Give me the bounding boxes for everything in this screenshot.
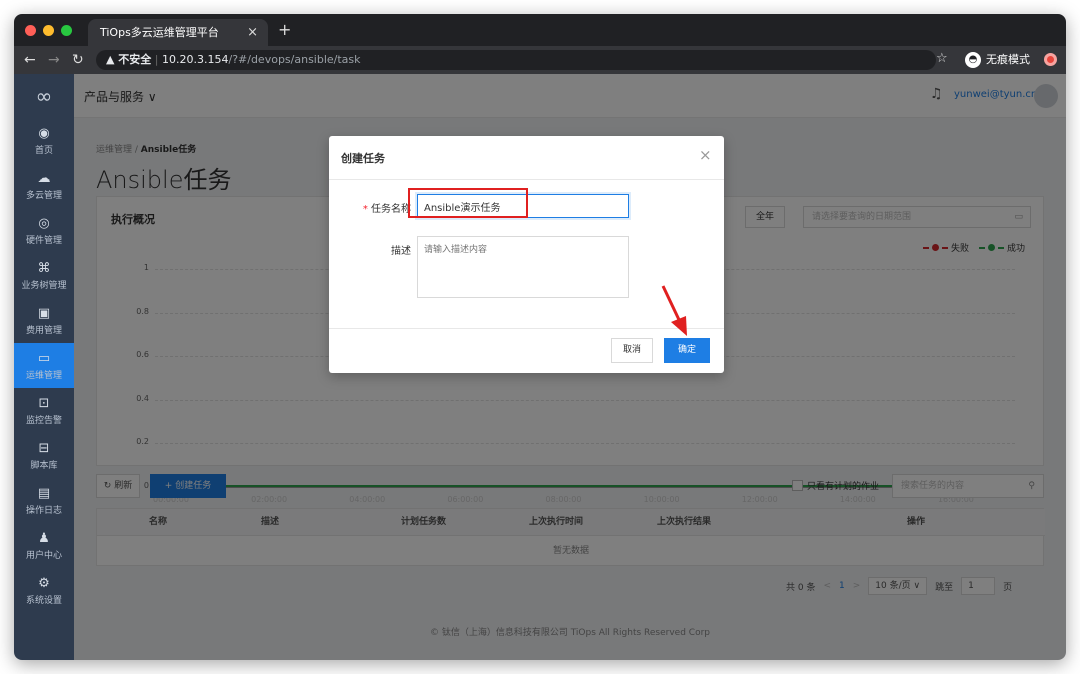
minimize-window-icon[interactable] bbox=[43, 25, 54, 36]
update-icon[interactable] bbox=[1044, 53, 1057, 66]
sidebar-item[interactable]: ▭ 运维管理 bbox=[14, 343, 74, 388]
sidebar-item-label: 费用管理 bbox=[25, 325, 62, 336]
sidebar-item-label: 脚本库 bbox=[30, 460, 58, 471]
annotation-arrow-icon bbox=[661, 285, 687, 336]
tab-bar: TiOps多云运维管理平台 × + bbox=[14, 14, 1066, 46]
sidebar-item-icon: ◉ bbox=[38, 125, 50, 141]
new-tab-button[interactable]: + bbox=[278, 19, 291, 41]
tab-close-icon[interactable]: × bbox=[247, 19, 258, 46]
close-icon[interactable]: × bbox=[699, 147, 712, 163]
address-bar-row: ← → ↻ ▲ 不安全 | 10.20.3.154/?#/devops/ansi… bbox=[14, 46, 1066, 74]
url-field[interactable]: ▲ 不安全 | 10.20.3.154/?#/devops/ansible/ta… bbox=[96, 50, 936, 70]
security-warning[interactable]: ▲ 不安全 bbox=[106, 53, 151, 66]
task-name-label-text: 任务名称 bbox=[371, 204, 411, 215]
sidebar-item-icon: ☁ bbox=[37, 170, 51, 186]
description-textarea[interactable] bbox=[417, 236, 629, 298]
description-label: 描述 bbox=[391, 246, 411, 257]
task-name-label: * 任务名称 bbox=[349, 200, 411, 215]
sidebar-item-label: 首页 bbox=[34, 145, 53, 156]
sidebar-item-icon: ⚙ bbox=[38, 575, 50, 591]
sidebar-item[interactable]: ▣ 费用管理 bbox=[14, 298, 74, 343]
sidebar-item[interactable]: ▤ 操作日志 bbox=[14, 478, 74, 523]
highlight-box bbox=[408, 188, 528, 218]
sidebar-item[interactable]: ♟ 用户中心 bbox=[14, 523, 74, 568]
sidebar-item[interactable]: ◉ 首页 bbox=[14, 118, 74, 163]
sidebar-item-label: 业务树管理 bbox=[21, 280, 67, 291]
sidebar-item-label: 硬件管理 bbox=[25, 235, 62, 246]
close-window-icon[interactable] bbox=[25, 25, 36, 36]
sidebar-item-label: 用户中心 bbox=[25, 550, 62, 561]
sidebar-item-label: 多云管理 bbox=[25, 190, 62, 201]
sidebar-item[interactable]: ◎ 硬件管理 bbox=[14, 208, 74, 253]
sidebar-item-label: 系统设置 bbox=[25, 595, 62, 606]
forward-icon[interactable]: → bbox=[48, 51, 60, 69]
sidebar-item[interactable]: ⊟ 脚本库 bbox=[14, 433, 74, 478]
tab-title: TiOps多云运维管理平台 bbox=[100, 26, 219, 39]
sidebar-item-icon: ▤ bbox=[37, 485, 51, 501]
url-path: /?#/devops/ansible/task bbox=[228, 53, 361, 66]
sidebar: ∞ ◉ 首页 ☁ 多云管理 ◎ 硬件管理 ⌘ 业务树管理 ▣ 费用管理 ▭ 运维管理 ⊡ 监控告警 ⊟ 脚本库… bbox=[14, 74, 74, 660]
sidebar-item-icon: ⊡ bbox=[38, 395, 50, 411]
sidebar-item-icon: ⊟ bbox=[38, 440, 50, 456]
sidebar-item[interactable]: ⊡ 监控告警 bbox=[14, 388, 74, 433]
sidebar-item-icon: ⌘ bbox=[37, 260, 51, 276]
incognito-label: 无痕模式 bbox=[986, 53, 1030, 66]
url-host: 10.20.3.154 bbox=[162, 53, 229, 66]
sidebar-item-icon: ◎ bbox=[38, 215, 50, 231]
sidebar-item-label: 操作日志 bbox=[25, 505, 62, 516]
sidebar-item[interactable]: ⌘ 业务树管理 bbox=[14, 253, 74, 298]
modal-header: 创建任务 × bbox=[329, 136, 724, 180]
sidebar-item[interactable]: ⚙ 系统设置 bbox=[14, 568, 74, 613]
sidebar-item-icon: ♟ bbox=[38, 530, 50, 546]
modal-title: 创建任务 bbox=[341, 152, 385, 165]
incognito-icon: ◓ bbox=[965, 52, 981, 68]
sidebar-item-label: 运维管理 bbox=[25, 370, 62, 381]
logo-icon[interactable]: ∞ bbox=[14, 74, 74, 118]
sidebar-item-icon: ▣ bbox=[37, 305, 51, 321]
back-icon[interactable]: ← bbox=[24, 51, 36, 69]
incognito-indicator[interactable]: ◓ 无痕模式 bbox=[965, 51, 1030, 69]
sidebar-item[interactable]: ☁ 多云管理 bbox=[14, 163, 74, 208]
sidebar-item-icon: ▭ bbox=[37, 350, 51, 366]
sidebar-item-label: 监控告警 bbox=[25, 415, 62, 426]
browser-tab[interactable]: TiOps多云运维管理平台 × bbox=[88, 19, 268, 46]
reload-icon[interactable]: ↻ bbox=[72, 51, 84, 69]
bookmark-star-icon[interactable]: ☆ bbox=[936, 51, 948, 66]
required-mark: * bbox=[362, 204, 371, 215]
maximize-window-icon[interactable] bbox=[61, 25, 72, 36]
